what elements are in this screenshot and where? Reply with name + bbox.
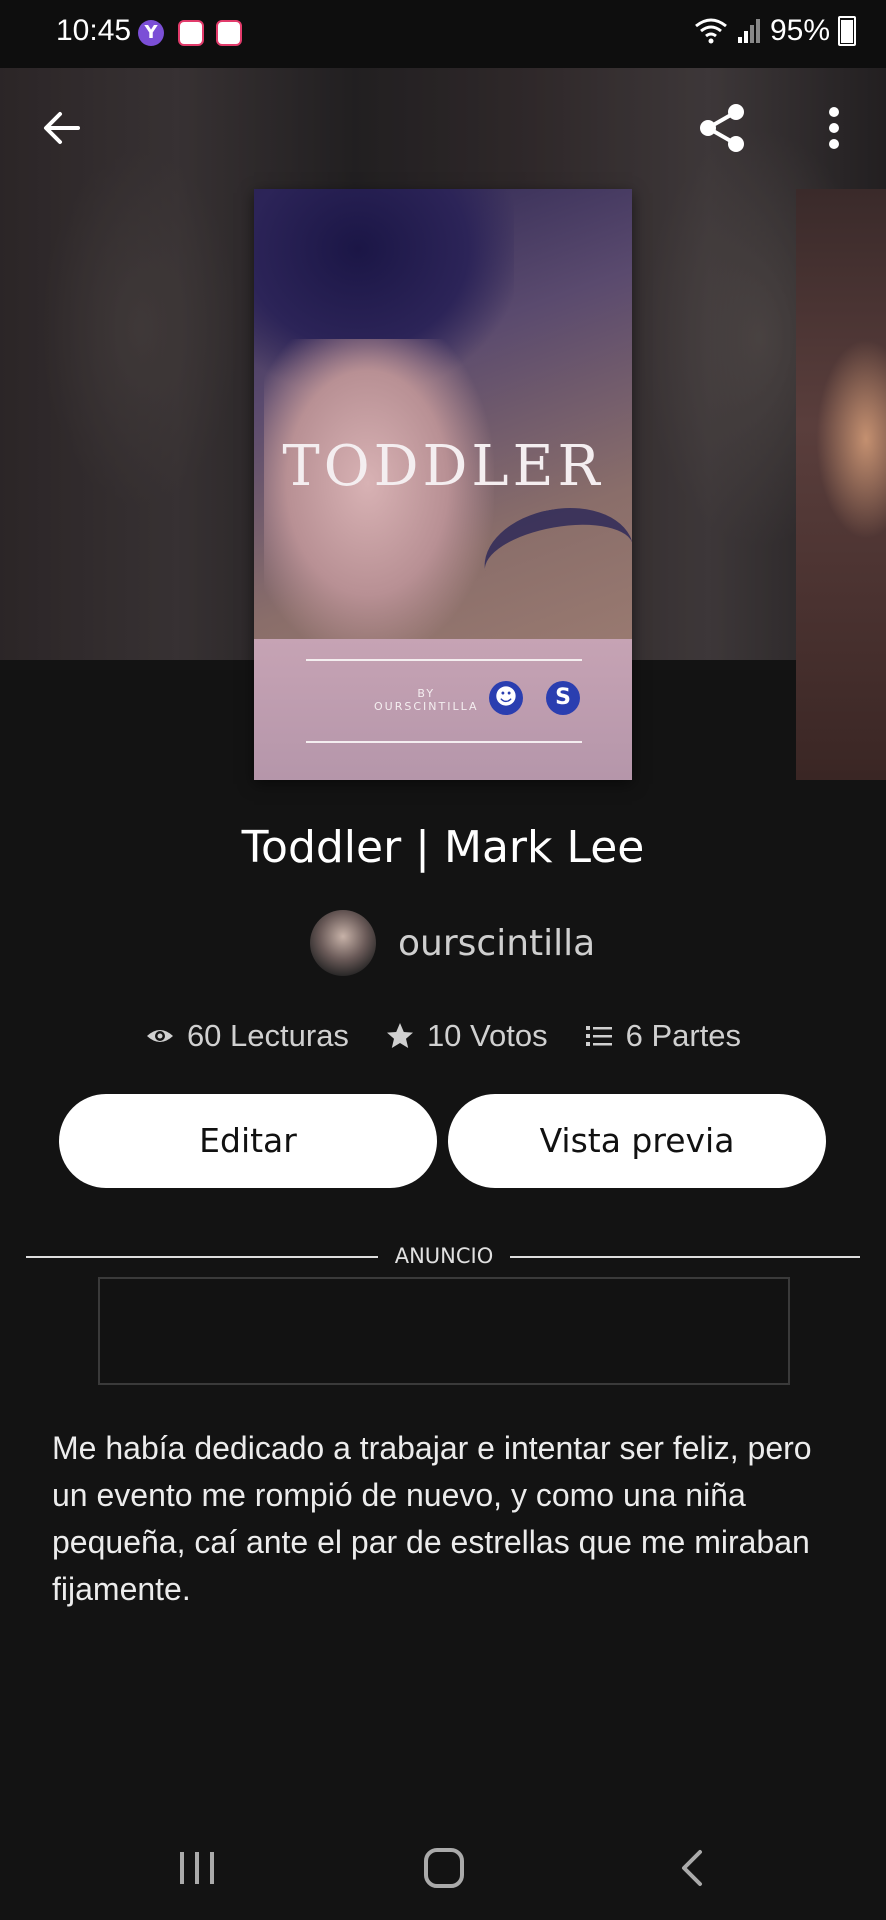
cover-title: TODDLER: [282, 434, 604, 499]
calendar-notification-icon: [216, 20, 242, 46]
cover-byline: BY OURSCINTILLA: [374, 687, 479, 713]
calendar-notification-icon: [178, 20, 204, 46]
yandex-app-icon: Y: [138, 20, 164, 46]
edit-button[interactable]: Editar: [59, 1094, 437, 1188]
status-right: 95%: [694, 14, 856, 48]
back-arrow-icon[interactable]: [38, 104, 86, 152]
share-icon[interactable]: [694, 100, 750, 156]
recent-apps-icon[interactable]: [176, 1848, 218, 1888]
list-icon: [585, 1026, 612, 1046]
author-name: ourscintilla: [398, 922, 596, 964]
home-icon[interactable]: [422, 1848, 466, 1888]
battery-percent: 95%: [769, 14, 830, 47]
cover-logo-icon: ☻: [489, 681, 523, 715]
ad-divider: ANUNCIO: [26, 1244, 860, 1274]
next-story-cover[interactable]: [796, 189, 886, 780]
eye-icon: [146, 1030, 173, 1042]
ad-label: ANUNCIO: [394, 1244, 494, 1268]
story-title: Toddler | Mark Lee: [241, 822, 645, 873]
cover-logo-icon: S: [546, 681, 580, 715]
battery-icon: [838, 16, 856, 46]
signal-icon: [737, 19, 760, 43]
status-bar: 10:45 Y 95%: [0, 0, 886, 68]
preview-button[interactable]: Vista previa: [448, 1094, 826, 1188]
story-stats: 60 Lecturas 10 Votos 6 Partes: [0, 1018, 886, 1054]
story-cover[interactable]: TODDLER BY OURSCINTILLA ☻ S: [254, 189, 632, 780]
star-icon: [386, 1023, 413, 1048]
reads-stat: 60 Lecturas: [145, 1018, 349, 1054]
votes-stat: 10 Votos: [385, 1018, 548, 1054]
status-time: 10:45: [56, 14, 132, 47]
avatar: [310, 910, 376, 976]
story-description: Me había dedicado a trabajar e intentar …: [52, 1430, 812, 1607]
back-nav-icon[interactable]: [676, 1848, 710, 1888]
author-link[interactable]: ourscintilla: [310, 910, 595, 976]
wifi-icon: [695, 18, 727, 44]
ad-slot[interactable]: [98, 1277, 790, 1385]
more-vert-icon[interactable]: [814, 104, 854, 152]
parts-stat[interactable]: 6 Partes: [584, 1018, 741, 1054]
